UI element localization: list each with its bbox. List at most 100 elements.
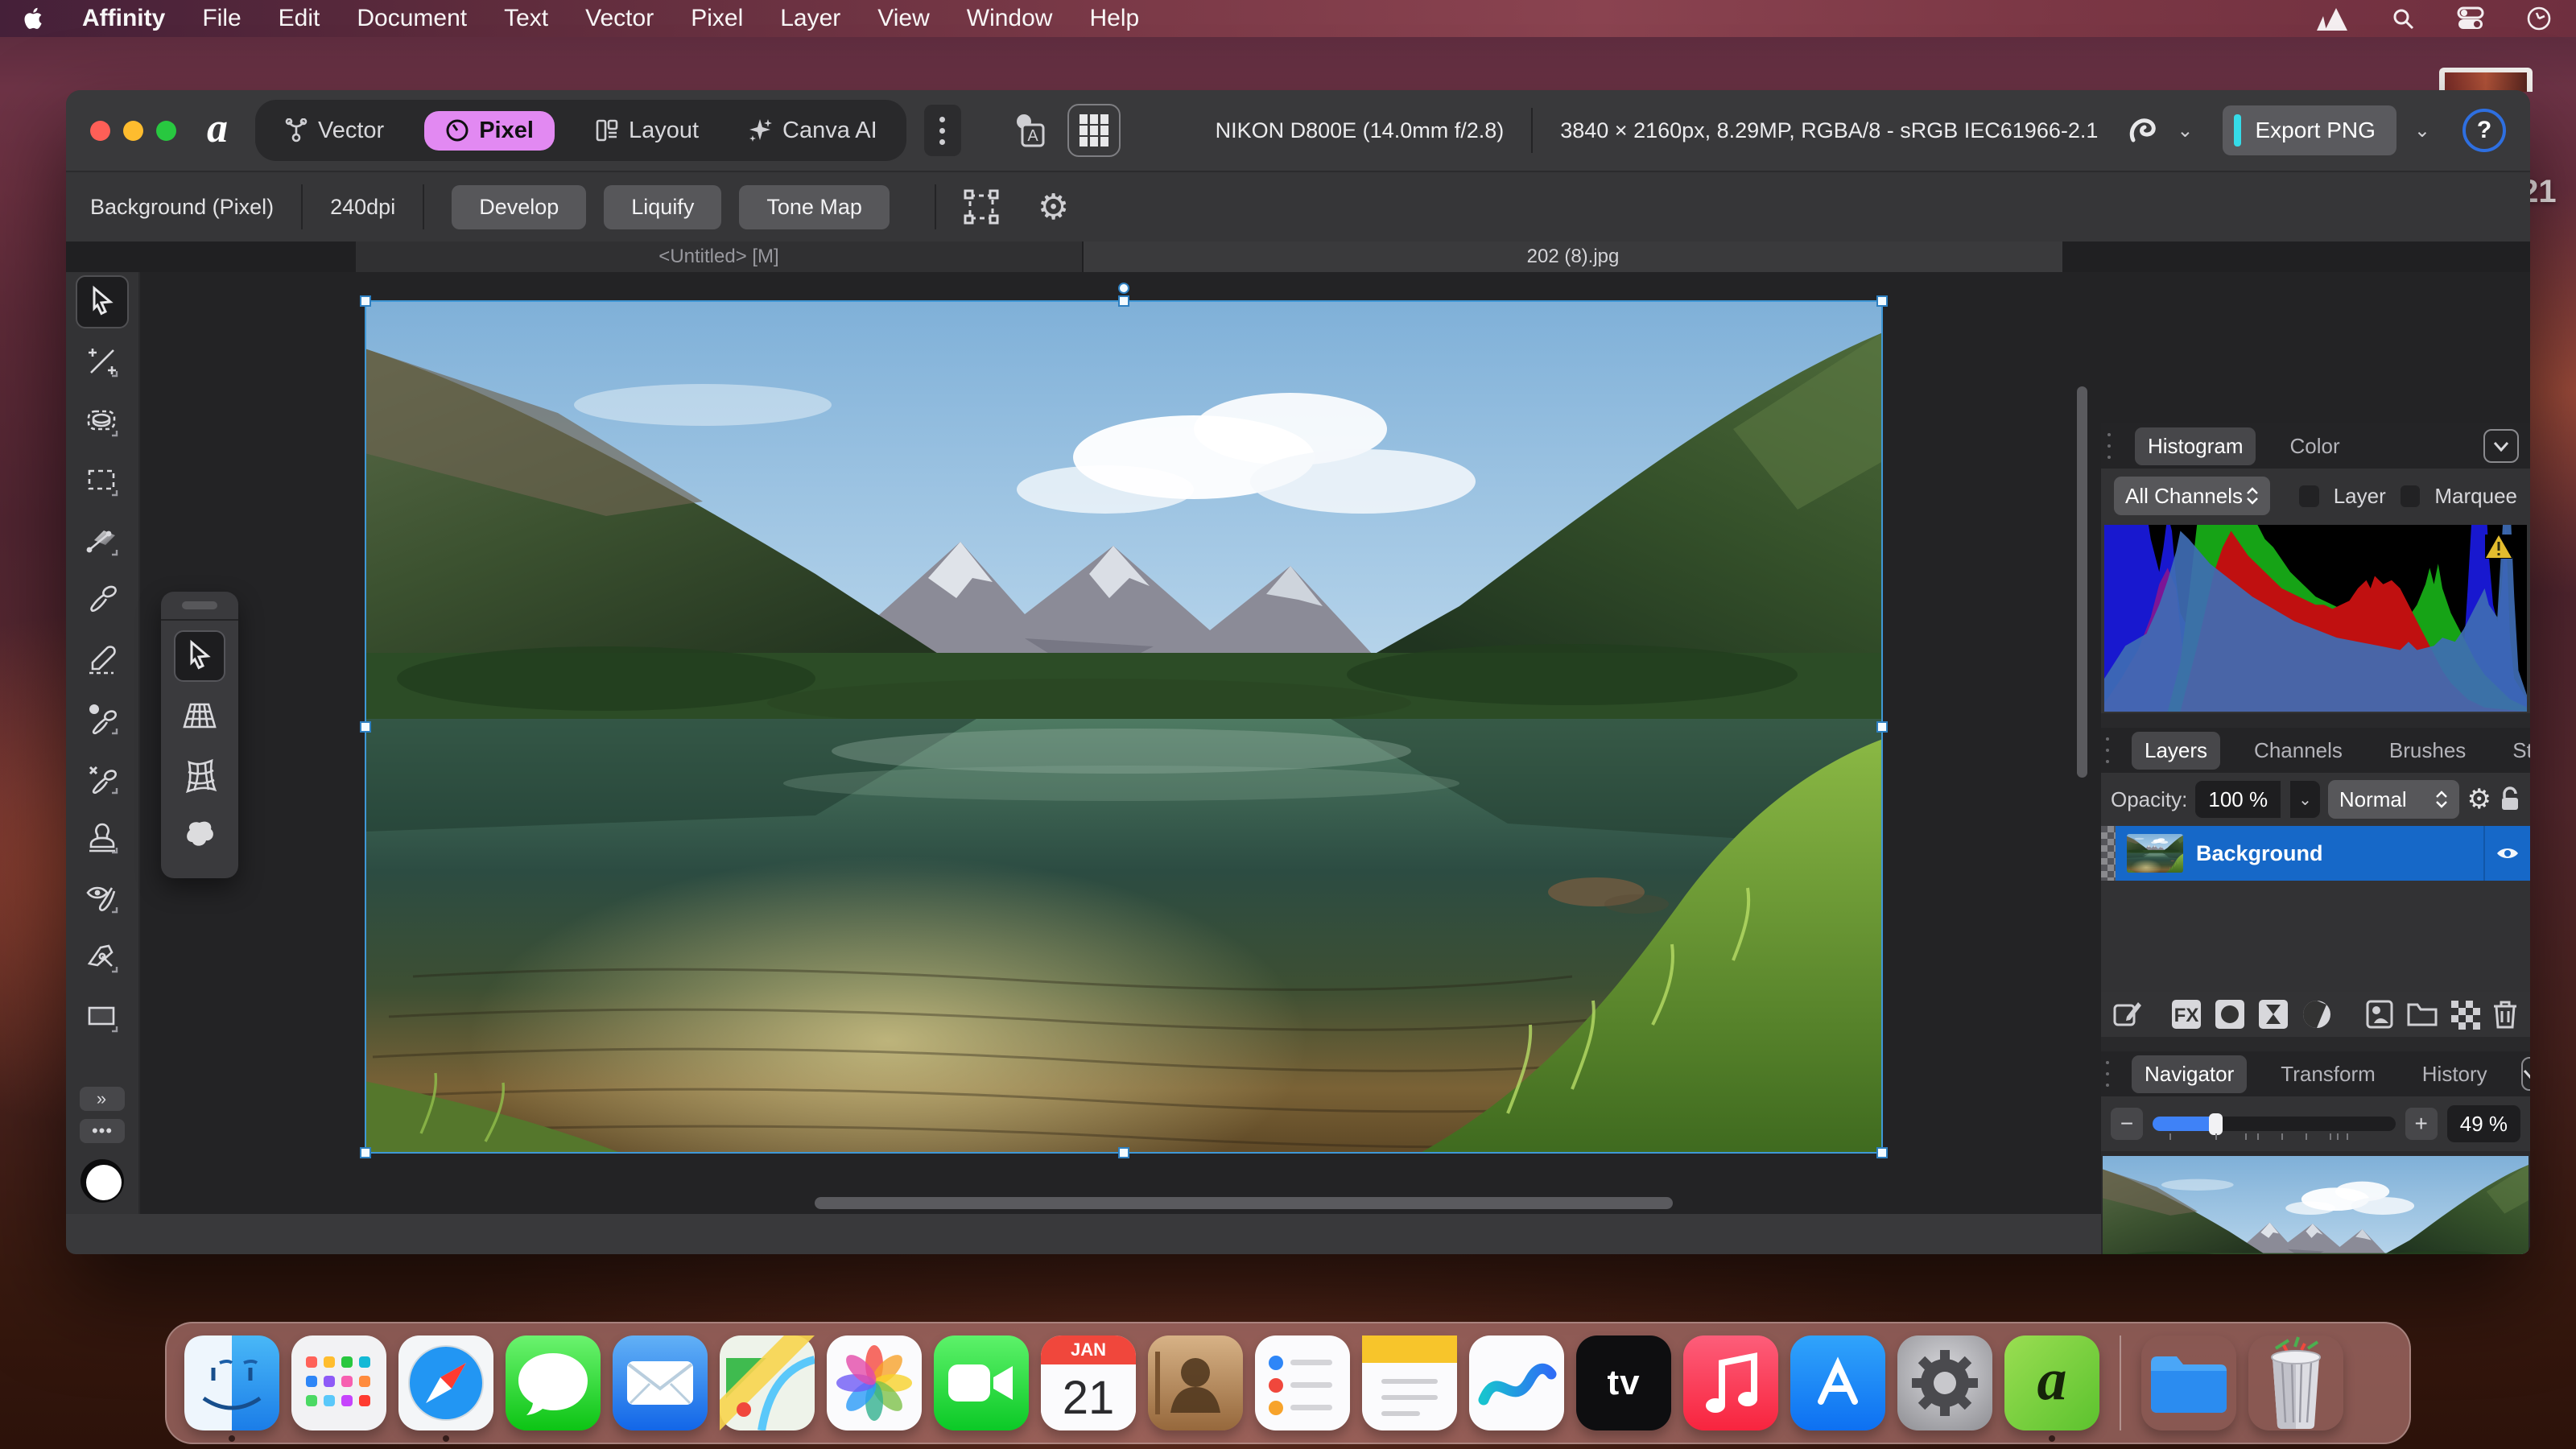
clone-stamp-tool[interactable] bbox=[76, 811, 129, 865]
erase-brush-tool[interactable] bbox=[76, 752, 129, 805]
dock-icon-notes[interactable] bbox=[1362, 1335, 1457, 1430]
persona-vector[interactable]: Vector bbox=[276, 111, 392, 151]
gear-icon[interactable]: ⚙ bbox=[1038, 187, 1069, 228]
add-image-layer-icon[interactable] bbox=[2364, 999, 2395, 1030]
dock-icon-photos[interactable] bbox=[827, 1335, 922, 1430]
move-tool[interactable] bbox=[76, 275, 129, 328]
expand-tools-button[interactable]: » bbox=[80, 1087, 125, 1111]
panel-drag-handle[interactable] bbox=[2106, 432, 2112, 460]
paint-brush-tool[interactable] bbox=[76, 573, 129, 626]
dock-icon-finder[interactable] bbox=[184, 1335, 279, 1430]
zoom-slider-thumb[interactable] bbox=[2209, 1113, 2223, 1135]
dock-icon-safari[interactable] bbox=[398, 1335, 493, 1430]
marquee-checkbox[interactable] bbox=[2401, 485, 2421, 507]
vertical-scrollbar[interactable] bbox=[2077, 386, 2087, 778]
rectangle-tool[interactable] bbox=[76, 990, 129, 1043]
histogram-tab-histogram[interactable]: Histogram bbox=[2135, 427, 2256, 465]
navigator-tab-navigator[interactable]: Navigator bbox=[2132, 1055, 2247, 1093]
dock-icon-messages[interactable] bbox=[506, 1335, 601, 1430]
pixel-tool[interactable] bbox=[76, 633, 129, 686]
healing-brush-tool[interactable] bbox=[76, 871, 129, 924]
layer-effects-icon[interactable]: FX bbox=[2170, 998, 2202, 1030]
export-options-chevron-icon[interactable]: ⌄ bbox=[2414, 119, 2430, 142]
new-pixel-layer-icon[interactable] bbox=[2450, 999, 2480, 1030]
float-smudge-tool[interactable] bbox=[174, 809, 225, 861]
menu-item-pixel[interactable]: Pixel bbox=[691, 5, 743, 32]
tone-map-button[interactable]: Tone Map bbox=[739, 185, 890, 229]
export-png-button[interactable]: Export PNG bbox=[2223, 105, 2396, 155]
selection-brush-tool[interactable] bbox=[76, 394, 129, 448]
marquee-tool[interactable] bbox=[76, 454, 129, 507]
menu-item-file[interactable]: File bbox=[202, 5, 241, 32]
crop-tool[interactable] bbox=[76, 335, 129, 388]
minimize-button[interactable] bbox=[123, 121, 143, 141]
persona-pixel[interactable]: Pixel bbox=[424, 111, 555, 151]
dock-icon-facetime[interactable] bbox=[934, 1335, 1029, 1430]
dock-icon-app-store[interactable] bbox=[1790, 1335, 1885, 1430]
dock-icon-contacts[interactable] bbox=[1148, 1335, 1243, 1430]
zoom-value[interactable]: 49 % bbox=[2447, 1105, 2520, 1142]
panel-drag-handle[interactable] bbox=[2106, 737, 2109, 764]
dock-icon-music[interactable] bbox=[1683, 1335, 1778, 1430]
navigator-tab-history[interactable]: History bbox=[2409, 1055, 2500, 1093]
dock-icon-calendar[interactable]: JAN21 bbox=[1041, 1335, 1136, 1430]
panel-drag-handle[interactable] bbox=[2106, 1060, 2109, 1088]
layers-tab-layers[interactable]: Layers bbox=[2132, 732, 2220, 770]
opacity-value[interactable]: 100 % bbox=[2195, 781, 2281, 818]
live-filter-icon[interactable] bbox=[2257, 998, 2289, 1030]
help-button[interactable]: ? bbox=[2462, 109, 2506, 152]
lock-icon[interactable] bbox=[2500, 786, 2520, 812]
blend-options-gear-icon[interactable]: ⚙ bbox=[2467, 783, 2491, 815]
persona-canva-ai[interactable]: Canva AI bbox=[739, 111, 886, 151]
hardware-acceleration-icon[interactable] bbox=[2127, 113, 2159, 148]
studio-preset-icon[interactable] bbox=[1067, 104, 1121, 157]
layer-row-background[interactable]: Background bbox=[2101, 826, 2530, 881]
menu-item-text[interactable]: Text bbox=[504, 5, 548, 32]
edit-layer-icon[interactable] bbox=[2112, 999, 2143, 1030]
document-tab-1[interactable]: <Untitled> [M] bbox=[356, 242, 1082, 272]
float-move-tool[interactable] bbox=[174, 630, 225, 682]
close-button[interactable] bbox=[90, 121, 110, 141]
layers-tab-brushes[interactable]: Brushes bbox=[2376, 732, 2479, 770]
layer-visibility-toggle[interactable] bbox=[2483, 826, 2530, 881]
rotation-handle[interactable] bbox=[1118, 283, 1129, 294]
dock-icon-apple-tv[interactable]: tv bbox=[1576, 1335, 1671, 1430]
new-group-icon[interactable] bbox=[2406, 1001, 2438, 1028]
channel-select[interactable]: All Channels bbox=[2114, 477, 2270, 515]
apple-menu-icon[interactable] bbox=[24, 6, 45, 31]
zoom-in-button[interactable]: + bbox=[2405, 1108, 2438, 1140]
navigator-collapse-chevron-icon[interactable] bbox=[2521, 1057, 2530, 1091]
panel-drag-handle[interactable] bbox=[182, 601, 217, 609]
pen-tool[interactable] bbox=[76, 931, 129, 984]
menu-item-vector[interactable]: Vector bbox=[585, 5, 654, 32]
dock-icon-reminders[interactable] bbox=[1255, 1335, 1350, 1430]
spotlight-search-icon[interactable] bbox=[2391, 6, 2415, 31]
transform-selection-icon[interactable] bbox=[964, 189, 999, 225]
dock-icon-freeform[interactable] bbox=[1469, 1335, 1564, 1430]
float-mesh-warp-tool[interactable] bbox=[174, 749, 225, 801]
layer-checkbox[interactable] bbox=[2299, 485, 2319, 507]
document-image[interactable] bbox=[365, 300, 1883, 1154]
layers-tab-stock[interactable]: Stock bbox=[2500, 732, 2530, 770]
color-replacement-brush-tool[interactable] bbox=[76, 692, 129, 745]
document-tab-2[interactable]: 202 (8).jpg bbox=[1084, 242, 2062, 272]
blend-mode-select[interactable]: Normal bbox=[2328, 780, 2459, 819]
mask-layer-icon[interactable] bbox=[2214, 998, 2246, 1030]
menu-item-edit[interactable]: Edit bbox=[279, 5, 320, 32]
layers-tab-channels[interactable]: Channels bbox=[2241, 732, 2355, 770]
gradient-tool[interactable] bbox=[76, 514, 129, 567]
color-selector[interactable] bbox=[80, 1159, 124, 1203]
adjustment-layer-icon[interactable] bbox=[2301, 998, 2333, 1030]
control-center-icon[interactable] bbox=[2457, 6, 2484, 31]
layers-empty-area[interactable] bbox=[2101, 881, 2530, 992]
zoom-slider[interactable] bbox=[2153, 1108, 2396, 1140]
persona-layout[interactable]: Layout bbox=[587, 111, 707, 151]
dock-icon-maps[interactable] bbox=[720, 1335, 815, 1430]
more-tools-button[interactable]: ••• bbox=[80, 1119, 125, 1143]
dock-icon-mail[interactable] bbox=[613, 1335, 708, 1430]
menu-item-layer[interactable]: Layer bbox=[780, 5, 840, 32]
zoom-button[interactable] bbox=[156, 121, 176, 141]
zoom-out-button[interactable]: − bbox=[2111, 1108, 2143, 1140]
menu-item-help[interactable]: Help bbox=[1089, 5, 1139, 32]
clock-icon[interactable] bbox=[2526, 6, 2552, 31]
